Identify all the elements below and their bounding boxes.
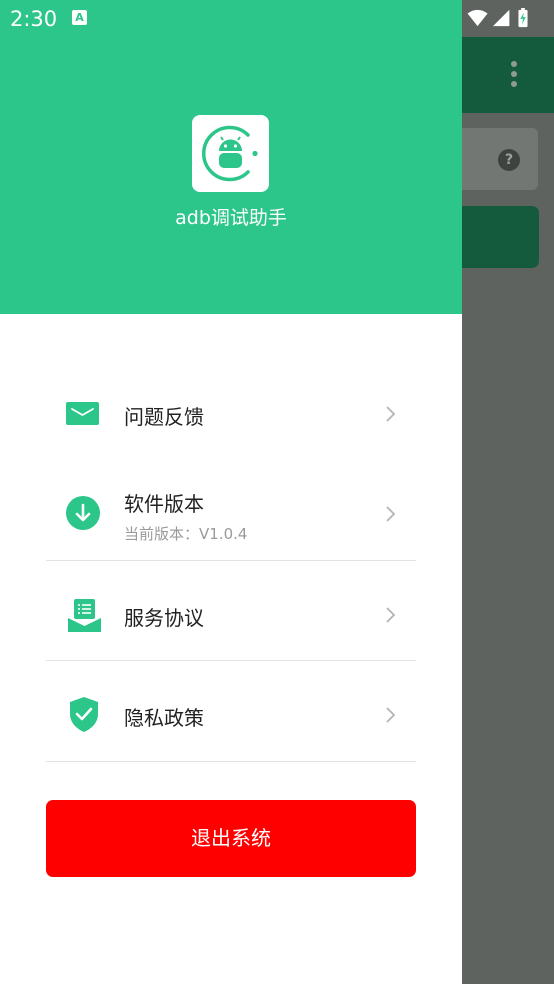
status-time: 2:30 [10,7,58,31]
menu-item-version[interactable]: 软件版本 当前版本：V1.0.4 [46,480,416,550]
notification-icon: A [72,10,87,25]
chevron-right-icon [386,406,396,422]
chevron-right-icon [386,506,396,522]
menu-item-service-agreement[interactable]: 服务协议 [46,586,416,644]
download-icon [66,496,100,530]
app-toolbar [462,37,554,113]
divider [46,560,416,561]
logout-button[interactable]: 退出系统 [46,800,416,877]
background-button [462,206,539,268]
divider [46,660,416,661]
android-robot-icon [202,125,258,182]
help-icon[interactable]: ? [498,149,520,171]
more-options-icon[interactable] [508,61,520,91]
app-name: adb调试助手 [175,207,287,229]
status-bar: 2:30 A [0,0,554,37]
chevron-right-icon [386,607,396,623]
background-app: ? [462,0,554,984]
chevron-right-icon [386,707,396,723]
menu-item-label: 软件版本 [124,492,204,516]
menu-item-label: 隐私政策 [124,706,204,730]
drawer-header: adb调试助手 [0,0,462,314]
menu-item-privacy-policy[interactable]: 隐私政策 [46,686,416,744]
signal-icon [493,9,510,27]
wifi-icon [467,9,488,27]
navigation-drawer: adb调试助手 问题反馈 软件版本 当前版本：V1.0.4 服务协议 隐私政策 … [0,0,462,984]
menu-item-label: 服务协议 [124,606,204,630]
menu-item-feedback[interactable]: 问题反馈 [46,385,416,443]
system-status-icons [467,8,528,28]
version-text: 当前版本：V1.0.4 [124,525,248,543]
menu-item-label: 问题反馈 [124,405,204,429]
shield-check-icon [70,697,98,732]
document-icon [68,599,101,632]
background-card: ? [462,128,538,190]
mail-icon [66,402,99,425]
divider [46,761,416,762]
app-logo [192,115,269,192]
